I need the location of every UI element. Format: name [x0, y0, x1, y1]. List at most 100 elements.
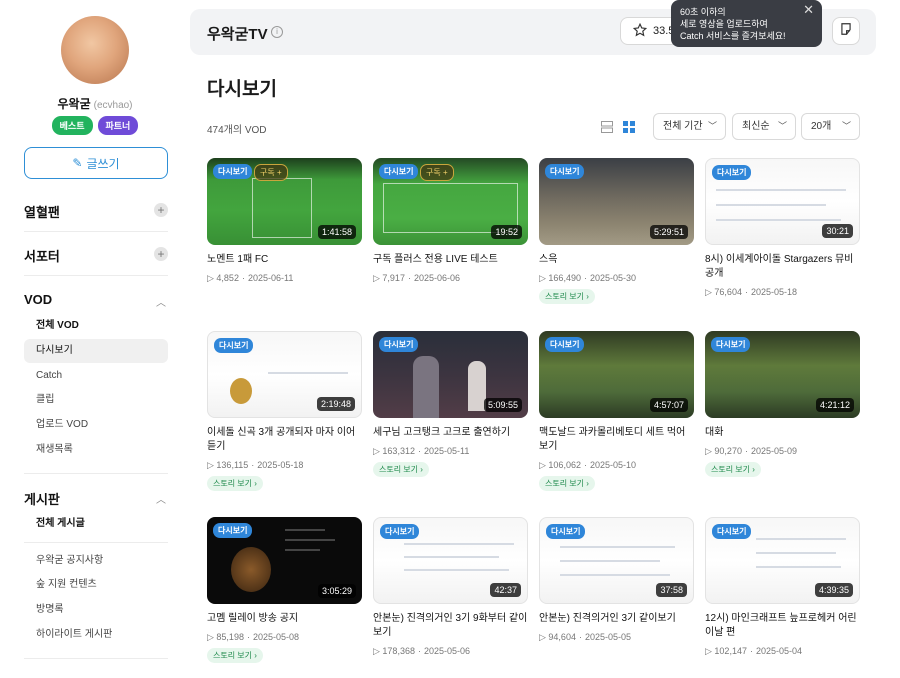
sidebar-item-highlight-board[interactable]: 하이라이트 게시판 — [24, 623, 168, 647]
section-fan[interactable]: 열혈팬 — [24, 202, 60, 221]
grid-view-icon[interactable] — [623, 120, 635, 133]
video-thumbnail[interactable]: 다시보기 5:29:51 — [539, 158, 694, 245]
video-title[interactable]: 12시) 마인크래프트 늪프로헤커 어린이날 편 — [705, 612, 860, 640]
video-thumbnail[interactable]: 다시보기 37:58 — [539, 517, 694, 604]
video-card[interactable]: 다시보기 30:21 8시) 이세계아이돌 Stargazers 뮤비 공개 ▷… — [705, 158, 860, 298]
avatar[interactable] — [61, 16, 129, 84]
video-card[interactable]: 다시보기 2:19:48 이세돌 신곡 3개 공개되자 마자 이어듣기 ▷ 13… — [207, 331, 362, 491]
close-icon[interactable]: ✕ — [803, 3, 814, 16]
sidebar-item-soop-content[interactable]: 숲 지원 컨텐츠 — [24, 573, 168, 597]
doc-line — [756, 538, 846, 540]
video-card[interactable]: 다시보기 37:58 안본눈) 진격의거인 3기 같이보기 ▷ 94,604 · 2… — [539, 517, 694, 643]
chevron-up-icon[interactable]: ︿ — [156, 491, 166, 506]
section-board[interactable]: 게시판 — [24, 489, 60, 508]
subscribe-tag: 구독 + — [420, 164, 454, 181]
view-count: 90,270 — [714, 446, 742, 456]
video-thumbnail[interactable]: 다시보기 5:09:55 — [373, 331, 528, 418]
video-thumbnail[interactable]: 다시보기 42:37 — [373, 517, 528, 604]
replay-tag: 다시보기 — [213, 164, 253, 179]
story-view-button[interactable]: 스토리 보기 › — [539, 476, 595, 491]
sidebar-item-notice[interactable]: 우왁굳 공지사항 — [24, 549, 168, 573]
supporter-add-icon[interactable]: + — [154, 247, 168, 261]
profile-name: 우왁굳 (ecvhao) — [0, 95, 190, 112]
doc-line — [560, 574, 670, 576]
view-count: 76,604 — [714, 287, 742, 297]
video-thumbnail[interactable]: 다시보기 3:05:29 — [207, 517, 362, 604]
story-view-button[interactable]: 스토리 보기 › — [207, 648, 263, 663]
video-card[interactable]: 다시보기 42:37 안본눈) 진격의거인 3기 9화부터 같이보기 ▷ 178… — [373, 517, 528, 657]
video-card[interactable]: 다시보기 구독 + 1:41:58 노멘트 1패 FC ▷ 4,852 · 2025… — [207, 158, 362, 284]
sidebar-item-playlist[interactable]: 재생목록 — [24, 438, 168, 462]
video-meta: ▷ 136,115 · 2025-05-18 — [207, 460, 304, 470]
page-size-filter[interactable]: 20개 ﹀ — [801, 113, 860, 140]
sidebar-item-upload-vod[interactable]: 업로드 VOD — [24, 413, 168, 437]
sidebar-item-all-vod[interactable]: 전체 VOD — [24, 314, 168, 338]
sidebar-item-guestbook[interactable]: 방명록 — [24, 598, 168, 622]
video-card[interactable]: 다시보기 3:05:29 고멤 릴레이 방송 공지 ▷ 85,198 · 2025-… — [207, 517, 362, 663]
video-card[interactable]: 다시보기 4:21:12 대화 ▷ 90,270 · 2025-05-09 스토리 … — [705, 331, 860, 477]
story-view-button[interactable]: 스토리 보기 › — [373, 462, 429, 477]
chevron-up-icon[interactable]: ︿ — [156, 294, 166, 309]
video-thumbnail[interactable]: 다시보기 구독 + 19:52 — [373, 158, 528, 245]
pencil-icon: ✎ — [72, 156, 83, 170]
video-title[interactable]: 8시) 이세계아이돌 Stargazers 뮤비 공개 — [705, 253, 860, 281]
video-title[interactable]: 스윽 — [539, 253, 694, 267]
video-thumbnail[interactable]: 다시보기 2:19:48 — [207, 331, 362, 418]
video-title[interactable]: 안본눈) 진격의거인 3기 9화부터 같이보기 — [373, 612, 528, 640]
video-card[interactable]: 다시보기 4:39:35 12시) 마인크래프트 늪프로헤커 어린이날 편 ▷ … — [705, 517, 860, 657]
video-thumbnail[interactable]: 다시보기 4:57:07 — [539, 331, 694, 418]
video-thumbnail[interactable]: 다시보기 4:39:35 — [705, 517, 860, 604]
video-card[interactable]: 다시보기 5:09:55 세구님 고크탱크 고크로 출연하기 ▷ 163,312… — [373, 331, 528, 477]
video-title[interactable]: 맥도날드 과카몰리베토디 세트 먹어보기 — [539, 426, 694, 454]
video-meta: ▷ 163,312 · 2025-05-11 — [373, 446, 470, 456]
catch-button[interactable] — [832, 17, 860, 45]
doc-line — [560, 560, 660, 562]
upload-date: 2025-05-08 — [252, 632, 299, 642]
video-title[interactable]: 구독 플러스 전용 LIVE 테스트 — [373, 253, 528, 267]
write-post-button[interactable]: ✎ 글쓰기 — [24, 147, 168, 179]
video-title[interactable]: 노멘트 1패 FC — [207, 253, 362, 267]
video-thumbnail[interactable]: 다시보기 4:21:12 — [705, 331, 860, 418]
sidebar: 우왁굳 (ecvhao) 베스트 파트너 ✎ 글쓰기 열혈팬 + 서포터 + VO… — [0, 0, 190, 678]
channel-name: 우왁굳TV — [207, 26, 268, 43]
video-title[interactable]: 대화 — [705, 426, 860, 440]
video-meta: ▷ 178,368 · 2025-05-06 — [373, 646, 471, 656]
partner-badge: 파트너 — [97, 116, 139, 135]
info-icon[interactable]: i — [271, 26, 283, 38]
view-count: 136,115 — [216, 460, 249, 470]
section-vod[interactable]: VOD — [24, 292, 52, 307]
video-card[interactable]: 다시보기 4:57:07 맥도날드 과카몰리베토디 세트 먹어보기 ▷ 106,… — [539, 331, 694, 491]
sidebar-item-replay[interactable]: 다시보기 — [24, 339, 168, 363]
sort-filter-value: 최신순 — [742, 121, 770, 132]
video-thumbnail[interactable]: 다시보기 구독 + 1:41:58 — [207, 158, 362, 245]
video-thumbnail[interactable]: 다시보기 30:21 — [705, 158, 860, 245]
pitch-line — [252, 178, 312, 238]
story-view-button[interactable]: 스토리 보기 › — [539, 289, 595, 304]
replay-tag: 다시보기 — [546, 524, 586, 539]
sticker-icon — [839, 22, 853, 41]
video-title[interactable]: 고멤 릴레이 방송 공지 — [207, 612, 362, 626]
sidebar-item-all-posts[interactable]: 전체 게시글 — [24, 512, 168, 536]
upload-date: 2025-05-04 — [755, 646, 803, 656]
upload-date: 2025-05-18 — [750, 287, 797, 297]
sidebar-item-catch[interactable]: Catch — [24, 364, 168, 388]
list-view-icon[interactable] — [601, 120, 613, 133]
fan-add-icon[interactable]: + — [154, 203, 168, 217]
upload-date: 2025-05-18 — [257, 460, 304, 470]
period-filter-value: 전체 기간 — [663, 121, 703, 132]
sort-filter[interactable]: 최신순 ﹀ — [732, 113, 796, 140]
video-title[interactable]: 세구님 고크탱크 고크로 출연하기 — [373, 426, 528, 440]
doc-line — [404, 556, 499, 558]
video-duration: 37:58 — [656, 583, 687, 597]
story-view-button[interactable]: 스토리 보기 › — [207, 476, 263, 491]
section-supporter[interactable]: 서포터 — [24, 246, 60, 265]
period-filter[interactable]: 전체 기간 ﹀ — [653, 113, 726, 140]
video-title[interactable]: 안본눈) 진격의거인 3기 같이보기 — [539, 612, 694, 626]
view-count: 163,312 — [382, 446, 415, 456]
video-card[interactable]: 다시보기 5:29:51 스윽 ▷ 166,490 · 2025-05-30 스토리… — [539, 158, 694, 304]
sidebar-item-clip[interactable]: 클립 — [24, 388, 168, 412]
video-title[interactable]: 이세돌 신곡 3개 공개되자 마자 이어듣기 — [207, 426, 362, 454]
vod-count: 474개의 VOD — [207, 125, 267, 136]
story-view-button[interactable]: 스토리 보기 › — [705, 462, 761, 477]
video-card[interactable]: 다시보기 구독 + 19:52 구독 플러스 전용 LIVE 테스트 ▷ 7,9… — [373, 158, 528, 284]
